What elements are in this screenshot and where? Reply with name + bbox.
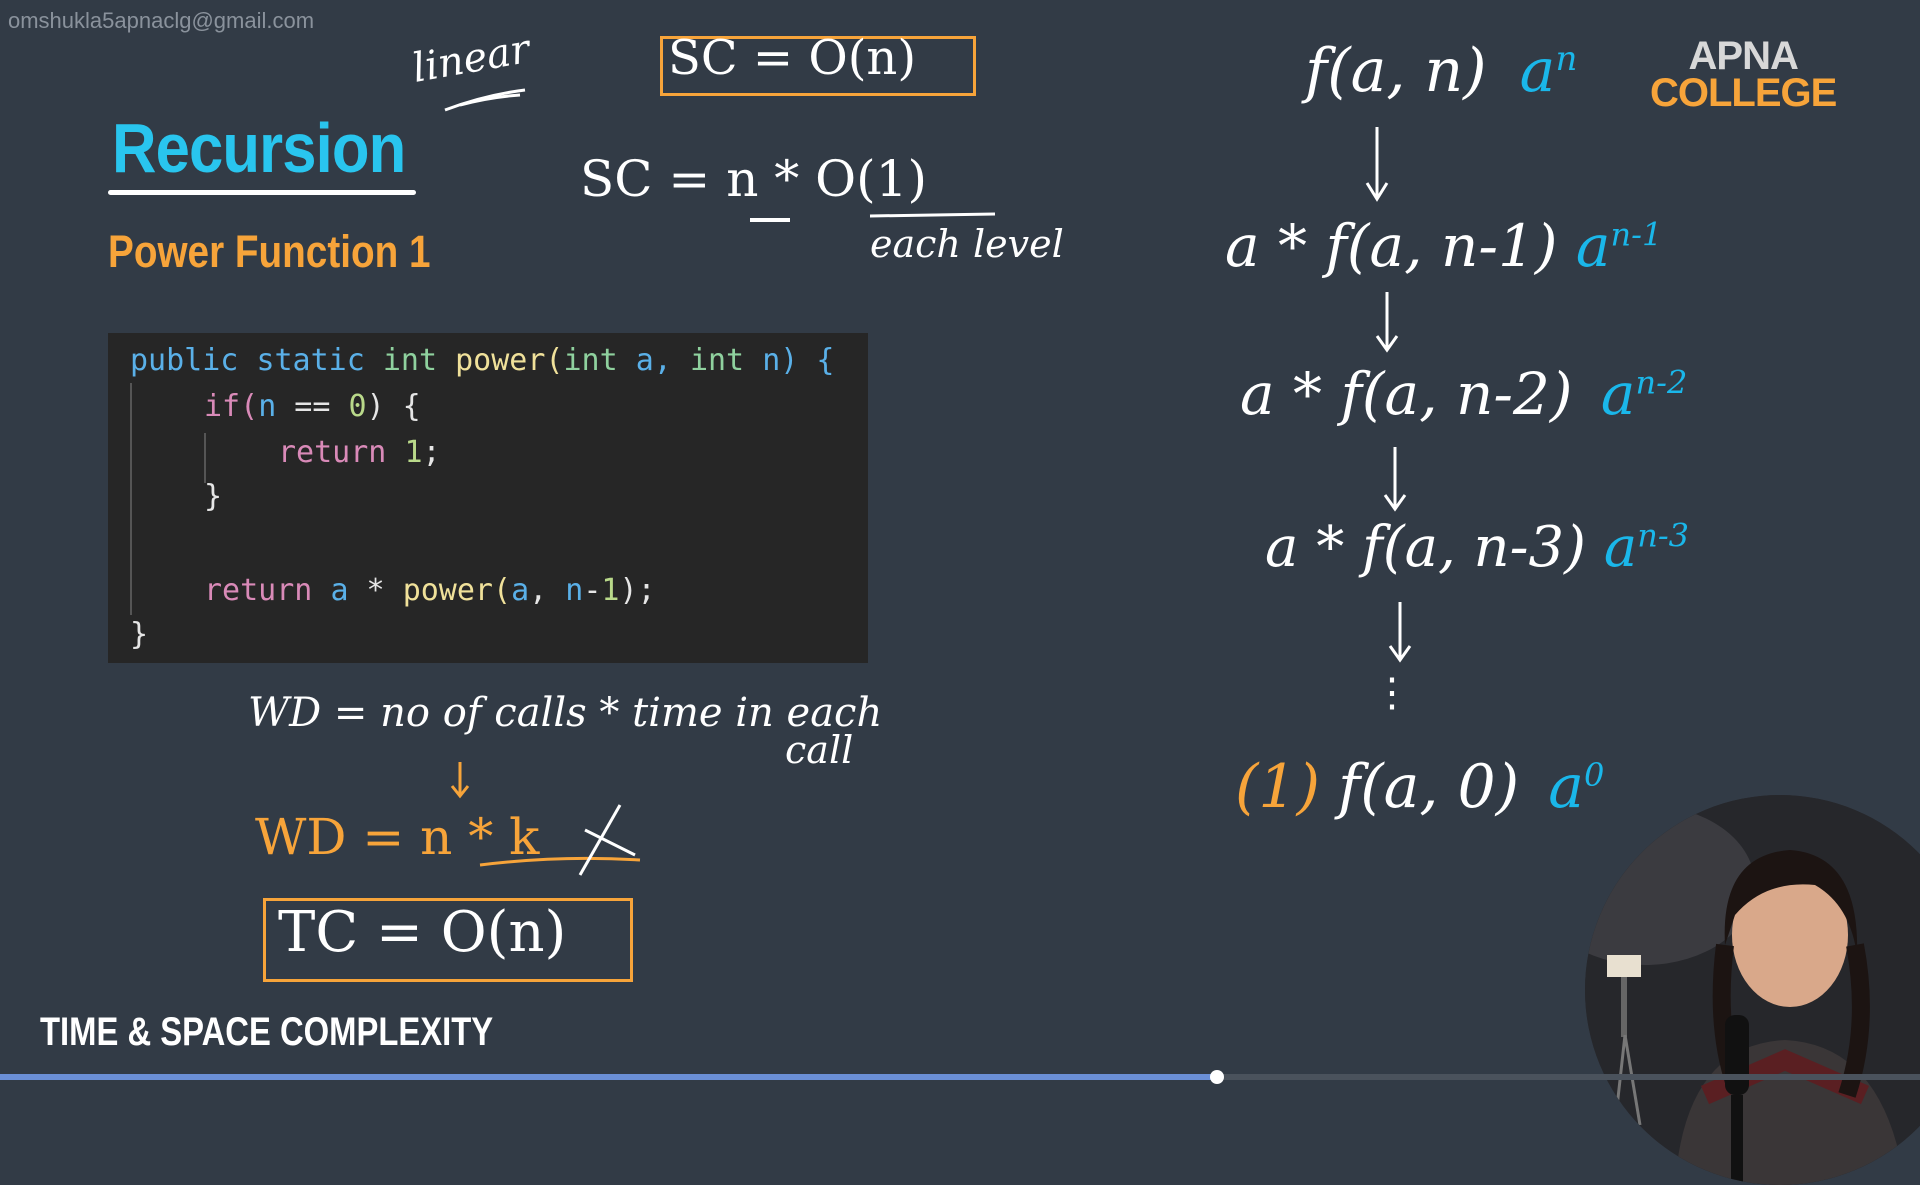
linear-underline — [444, 88, 526, 112]
wd-definition-call: call — [785, 728, 854, 772]
code-line-6: } — [130, 617, 149, 652]
sc-expression: SC = n * O(1) — [580, 150, 927, 208]
presenter-image — [1585, 795, 1920, 1185]
presenter-webcam — [1585, 795, 1920, 1185]
indent-guide — [204, 433, 206, 483]
wd-arrow — [450, 762, 470, 799]
user-email-watermark: omshukla5apnaclg@gmail.com — [8, 8, 315, 33]
tree-level-1: a * f(a, n-1) an-1 — [1225, 212, 1663, 280]
section-footer-title: TIME & SPACE COMPLEXITY — [40, 1010, 494, 1054]
video-progress-handle[interactable] — [1210, 1070, 1225, 1084]
tree-ellipsis: ⋮ — [1372, 670, 1412, 716]
tree-level-0: f(a, n) an — [1305, 36, 1578, 106]
tree-arrow-4 — [1388, 602, 1412, 663]
slide-title: Recursion — [112, 109, 406, 187]
title-underline — [108, 190, 416, 195]
slide-subtitle: Power Function 1 — [108, 226, 431, 277]
tree-arrow-1 — [1365, 127, 1389, 202]
note-linear: linear — [408, 26, 534, 92]
tree-level-base: (1) f(a, 0) a0 — [1235, 752, 1605, 822]
logo-line-1: APNA — [1688, 34, 1799, 78]
wd-strike — [479, 804, 641, 876]
logo-line-2: COLLEGE — [1650, 70, 1837, 115]
tree-arrow-3 — [1383, 447, 1407, 512]
code-line-2: if(n == 0) { — [204, 389, 421, 424]
apna-college-logo: APNA COLLEGE — [1650, 34, 1837, 115]
sc-note-each-level: each level — [870, 222, 1064, 266]
video-progress-fill — [0, 1074, 1218, 1080]
code-line-3: return 1; — [278, 435, 441, 470]
indent-guide — [130, 383, 132, 615]
tree-level-2: a * f(a, n-2) an-2 — [1240, 360, 1688, 428]
tree-arrow-2 — [1375, 292, 1399, 353]
tc-box-text: TC = O(n) — [278, 900, 567, 965]
code-line-4: } — [204, 479, 223, 514]
sc-box-text: SC = O(n) — [668, 30, 917, 86]
code-line-1: public static int power(int a, int n) { — [130, 343, 835, 378]
tree-level-3: a * f(a, n-3) an-3 — [1265, 515, 1689, 580]
code-block: public static int power(int a, int n) { … — [108, 333, 868, 663]
code-line-5: return a * power(a, n-1); — [204, 573, 656, 608]
